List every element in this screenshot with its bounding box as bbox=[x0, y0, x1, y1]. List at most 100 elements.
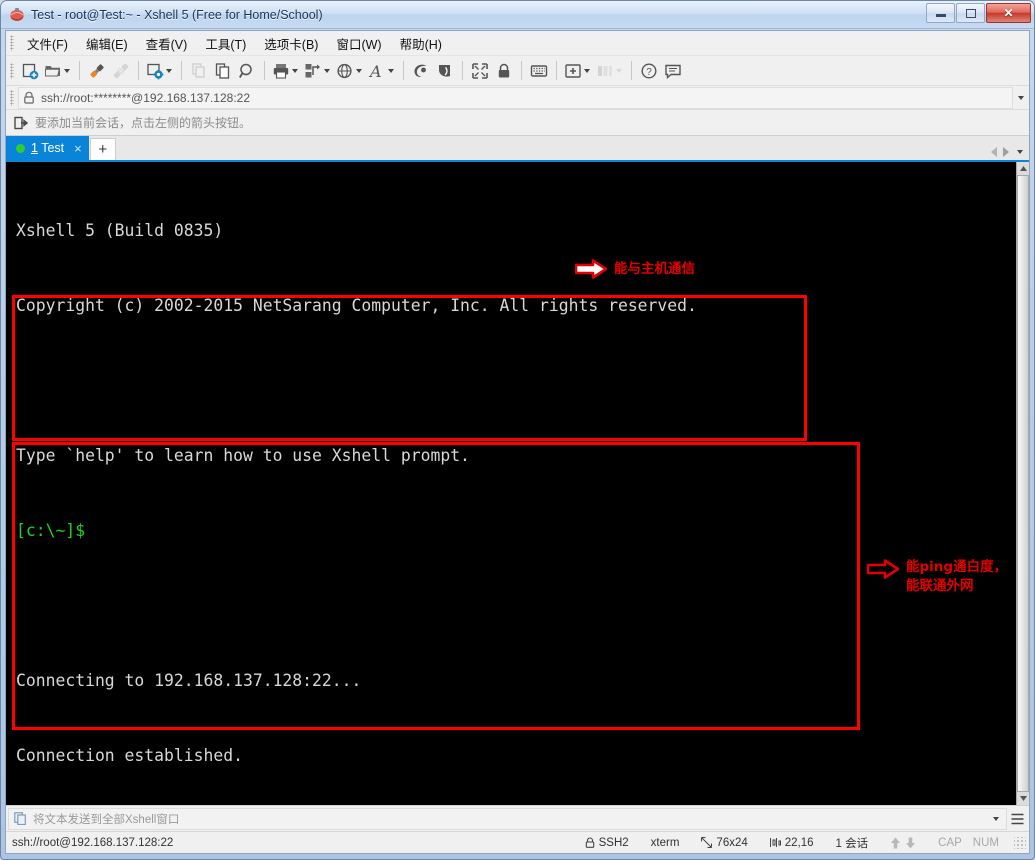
lock-icon bbox=[498, 63, 510, 77]
tab-index: 1 bbox=[31, 141, 38, 155]
tab-list-icon[interactable] bbox=[1017, 150, 1023, 154]
minimize-button[interactable] bbox=[926, 3, 955, 23]
address-input[interactable]: ssh://root:********@192.168.137.128:22 bbox=[18, 86, 1013, 109]
close-icon: ✕ bbox=[1003, 6, 1014, 20]
upload-arrow-icon bbox=[891, 837, 901, 848]
resize-grip[interactable] bbox=[1014, 836, 1026, 849]
status-num-lock: NUM bbox=[972, 836, 999, 849]
scroll-down-button[interactable] bbox=[1017, 792, 1029, 805]
prev-tab-icon[interactable] bbox=[991, 147, 997, 157]
menu-tools[interactable]: 工具(T) bbox=[196, 31, 255, 56]
close-button[interactable]: ✕ bbox=[986, 3, 1031, 23]
next-tab-icon[interactable] bbox=[1003, 147, 1009, 157]
terminal-scrollbar[interactable] bbox=[1016, 162, 1029, 805]
menu-window[interactable]: 窗口(W) bbox=[327, 31, 390, 56]
address-dropdown-button[interactable] bbox=[1013, 95, 1029, 100]
lock-button[interactable] bbox=[492, 59, 516, 83]
chevron-down-icon[interactable] bbox=[584, 68, 590, 73]
status-connection: ssh://root@192.168.137.128:22 bbox=[12, 836, 174, 849]
scroll-up-button[interactable] bbox=[1017, 162, 1029, 175]
globe-button[interactable] bbox=[334, 59, 366, 83]
xftp-button[interactable] bbox=[409, 59, 433, 83]
toolbar-separator bbox=[403, 61, 404, 80]
help-button[interactable]: ? bbox=[637, 59, 661, 83]
xagent-button[interactable] bbox=[433, 59, 457, 83]
add-pane-button[interactable] bbox=[562, 59, 594, 83]
find-button[interactable] bbox=[235, 59, 259, 83]
file-transfer-icon bbox=[305, 63, 320, 77]
tab-1-test[interactable]: 1 Test × bbox=[6, 136, 89, 160]
hamburger-menu-icon bbox=[1011, 813, 1023, 824]
add-session-arrow-icon bbox=[14, 116, 28, 129]
keyboard-button[interactable] bbox=[527, 59, 551, 83]
keyboard-icon bbox=[530, 64, 548, 77]
chevron-down-icon[interactable] bbox=[356, 68, 362, 73]
maximize-button[interactable] bbox=[956, 3, 985, 23]
right-arrow-outline-icon bbox=[575, 259, 607, 279]
menu-view[interactable]: 查看(V) bbox=[137, 31, 197, 56]
scrollbar-thumb[interactable] bbox=[1017, 175, 1029, 792]
status-caps-lock: CAP bbox=[938, 836, 962, 849]
menu-edit[interactable]: 编辑(E) bbox=[77, 31, 137, 56]
send-to-all-placeholder: 将文本发送到全部Xshell窗口 bbox=[33, 813, 180, 826]
fullscreen-button[interactable] bbox=[468, 59, 492, 83]
session-properties-button[interactable] bbox=[144, 59, 176, 83]
paste-icon bbox=[215, 62, 230, 79]
chevron-up-icon bbox=[1019, 166, 1027, 171]
open-session-button[interactable] bbox=[42, 59, 74, 83]
terminal-size-icon bbox=[701, 837, 713, 848]
xshell-logo-icon bbox=[10, 7, 24, 21]
status-transfer-indicators bbox=[879, 837, 927, 849]
terminal-area: Xshell 5 (Build 0835) Copyright (c) 2002… bbox=[6, 162, 1029, 805]
lock-icon bbox=[585, 837, 594, 848]
send-to-all-menu-button[interactable] bbox=[1007, 813, 1027, 825]
toolbar: A ? bbox=[6, 56, 1029, 86]
new-tab-button[interactable]: + bbox=[89, 138, 116, 160]
chevron-down-icon[interactable] bbox=[324, 68, 330, 73]
toolbar-separator bbox=[462, 61, 463, 80]
chevron-down-icon[interactable] bbox=[166, 68, 172, 73]
connect-button[interactable] bbox=[85, 59, 109, 83]
print-button[interactable] bbox=[270, 59, 302, 83]
new-session-icon bbox=[22, 63, 39, 79]
address-bar-grip[interactable] bbox=[10, 89, 14, 106]
xshell-window: Test - root@Test:~ - Xshell 5 (Free for … bbox=[0, 0, 1035, 860]
menu-bar: 文件(F) 编辑(E) 查看(V) 工具(T) 选项卡(B) 窗口(W) 帮助(… bbox=[6, 31, 1029, 56]
minimize-icon bbox=[935, 14, 946, 17]
menu-file[interactable]: 文件(F) bbox=[18, 31, 77, 56]
tab-label: 1 Test bbox=[31, 141, 64, 155]
menu-tabs[interactable]: 选项卡(B) bbox=[255, 31, 327, 56]
copy-button[interactable] bbox=[187, 59, 211, 83]
chevron-down-icon[interactable] bbox=[993, 816, 999, 821]
menu-help[interactable]: 帮助(H) bbox=[391, 31, 451, 56]
send-to-all-input[interactable]: 将文本发送到全部Xshell窗口 bbox=[8, 807, 1007, 830]
new-session-button[interactable] bbox=[18, 59, 42, 83]
file-transfer-button[interactable] bbox=[302, 59, 334, 83]
chevron-down-icon[interactable] bbox=[388, 68, 394, 73]
address-bar: ssh://root:********@192.168.137.128:22 bbox=[6, 86, 1029, 110]
chevron-down-icon[interactable] bbox=[64, 68, 70, 73]
feedback-icon bbox=[665, 64, 681, 79]
annotation-text: 能与主机通信 bbox=[614, 260, 695, 277]
chevron-down-icon[interactable] bbox=[616, 68, 622, 73]
xftp-icon bbox=[414, 64, 427, 77]
terminal-output[interactable]: Xshell 5 (Build 0835) Copyright (c) 2002… bbox=[6, 162, 1016, 805]
disconnect-button[interactable] bbox=[109, 59, 133, 83]
add-pane-icon bbox=[565, 63, 581, 78]
arrange-panes-button[interactable] bbox=[594, 59, 626, 83]
right-arrow-outline-icon bbox=[867, 559, 899, 579]
toolbar-grip[interactable] bbox=[10, 62, 14, 79]
paste-button[interactable] bbox=[211, 59, 235, 83]
send-to-all-bar: 将文本发送到全部Xshell窗口 bbox=[6, 805, 1029, 831]
feedback-button[interactable] bbox=[661, 59, 685, 83]
menu-grip[interactable] bbox=[10, 35, 14, 51]
chevron-down-icon[interactable] bbox=[292, 68, 298, 73]
session-properties-icon bbox=[147, 63, 164, 79]
toolbar-separator bbox=[631, 61, 632, 80]
tab-close-icon[interactable]: × bbox=[74, 141, 82, 156]
tab-bar: 1 Test × + bbox=[6, 136, 1029, 162]
status-size: 76x24 bbox=[690, 837, 758, 849]
annotation-text-line-2: 能联通外网 bbox=[906, 578, 974, 594]
font-button[interactable]: A bbox=[366, 59, 398, 83]
